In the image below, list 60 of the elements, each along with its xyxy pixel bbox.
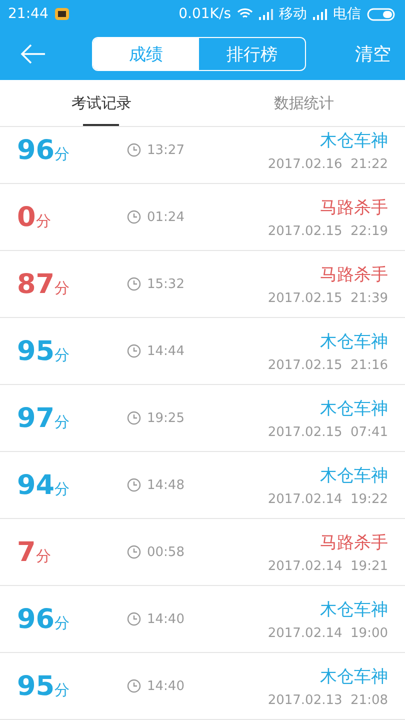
record-date: 2017.02.15 22:19 [268, 224, 388, 238]
record-date: 2017.02.13 21:08 [268, 692, 388, 708]
app-icon [54, 6, 70, 22]
score: 94分 [17, 470, 71, 500]
score: 96分 [17, 604, 71, 634]
clock-icon [127, 277, 141, 291]
duration: 00:58 [147, 544, 184, 560]
back-icon[interactable] [20, 44, 46, 64]
duration: 14:40 [147, 678, 184, 694]
record-date: 2017.02.15 07:41 [268, 424, 388, 440]
clock-icon [127, 411, 141, 425]
duration: 14:44 [147, 344, 184, 358]
duration: 14:40 [147, 612, 184, 626]
record-date: 2017.02.14 19:00 [268, 626, 388, 640]
rank-title: 马路杀手 [320, 532, 388, 554]
record-date: 2017.02.15 21:16 [268, 358, 388, 372]
rank-title: 木仓车神 [320, 598, 388, 620]
segment-tab[interactable]: 排行榜 [199, 38, 305, 70]
clock-icon [127, 478, 141, 492]
duration: 15:32 [147, 276, 184, 292]
signal-icon [259, 8, 273, 20]
rank-title: 木仓车神 [320, 464, 388, 486]
duration: 13:27 [147, 142, 184, 158]
score: 87分 [17, 268, 71, 300]
carrier-name: 移动 [279, 5, 307, 23]
duration: 19:25 [147, 410, 184, 426]
tab[interactable]: 数据统计 [202, 80, 405, 126]
score: 96分 [17, 134, 71, 166]
score: 0分 [17, 202, 52, 232]
rank-title: 马路杀手 [320, 196, 388, 218]
clock-icon [127, 344, 141, 358]
record-date: 2017.02.15 21:39 [268, 290, 388, 306]
clock-icon [127, 679, 141, 693]
rank-title: 木仓车神 [320, 666, 388, 688]
clear-button[interactable]: 清空 [355, 42, 391, 66]
battery-icon [367, 8, 397, 20]
rank-title: 马路杀手 [320, 264, 388, 286]
record-date: 2017.02.14 19:22 [268, 492, 388, 506]
score: 95分 [17, 336, 71, 366]
rank-title: 木仓车神 [320, 398, 388, 420]
clock-icon [127, 143, 141, 157]
score: 7分 [17, 536, 52, 568]
tab[interactable]: 考试记录 [0, 80, 202, 126]
duration: 14:48 [147, 478, 184, 492]
clock-icon [127, 545, 141, 559]
status-time: 21:44 [8, 6, 48, 22]
record-date: 2017.02.14 19:21 [268, 558, 388, 574]
score: 95分 [17, 670, 71, 702]
wifi-icon [237, 8, 253, 20]
network-speed: 0.01K/s [178, 6, 231, 22]
score: 97分 [17, 402, 71, 434]
duration: 01:24 [147, 210, 184, 224]
clock-icon [127, 210, 141, 224]
rank-title: 木仓车神 [320, 130, 388, 152]
carrier-name: 电信 [333, 5, 361, 23]
segment-tab[interactable]: 成绩 [93, 38, 199, 70]
clock-icon [127, 612, 141, 626]
rank-title: 木仓车神 [320, 330, 388, 352]
record-date: 2017.02.16 21:22 [268, 156, 388, 172]
signal-icon [313, 8, 327, 20]
